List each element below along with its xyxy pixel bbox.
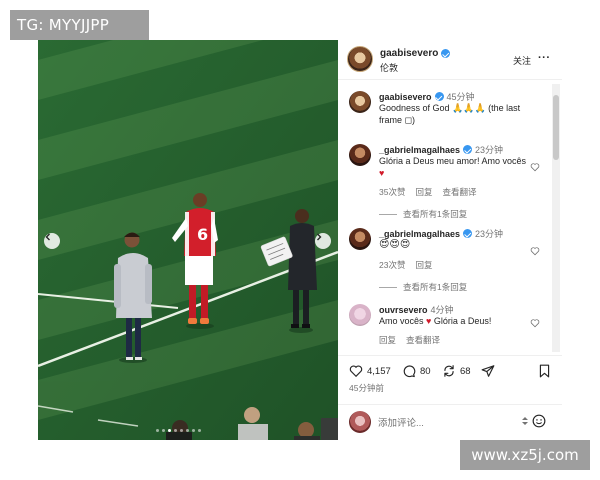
post-media[interactable]: 6 [38,40,338,440]
comment-button[interactable]: 80 [402,364,431,378]
current-user-avatar [349,411,371,433]
chevron-left-icon [45,233,50,241]
caption-text: Goodness of God 🙏🙏🙏 (the last frame ◻) [379,103,521,125]
emoji-picker-button[interactable] [521,414,546,428]
follow-button[interactable]: 关注 [513,54,531,67]
post-sidebar: gaabisevero 伦敦 关注 ··· gaabisevero 45分钟 G… [338,40,562,440]
bookmark-icon [539,364,550,378]
share-button[interactable] [481,364,495,378]
carousel-dot [168,429,171,432]
view-replies-label: 查看所有1条回复 [403,282,468,292]
heart-icon [349,365,363,378]
verified-badge-icon [463,229,473,238]
verified-badge-icon [434,92,444,101]
comment-input[interactable] [378,416,513,430]
chevron-right-icon [317,233,322,241]
reply-button[interactable]: 回复 [415,186,432,198]
comments-scrollbar-thumb[interactable] [553,95,559,160]
reply-button[interactable]: 回复 [415,259,432,271]
like-comment-heart-icon[interactable] [530,162,540,172]
save-button[interactable] [538,364,551,378]
commenter-username[interactable]: _gabrielmagalhaes [379,229,460,239]
commenter-avatar[interactable] [349,228,371,250]
verified-badge-icon [463,145,473,154]
like-comment-heart-icon[interactable] [530,246,540,256]
see-translation-button[interactable]: 查看翻译 [442,186,476,198]
more-options-icon[interactable]: ··· [538,52,551,64]
repost-icon [444,365,454,377]
divider [379,286,397,288]
caption-avatar[interactable] [349,91,371,113]
sort-arrows-icon [522,417,528,425]
caption-username[interactable]: gaabisevero [379,92,432,102]
watermark-top-left: TG: MYYJJPP [10,10,149,40]
carousel-next-button[interactable] [315,233,331,249]
watermark-bottom-right: www.xz5j.com [460,440,590,470]
commenter-avatar[interactable] [349,304,371,326]
like-button[interactable]: 4,157 [349,364,391,378]
view-replies-label: 查看所有1条回复 [403,209,468,219]
carousel-dot [186,429,189,432]
commenter-username[interactable]: ouvrsevero [379,305,428,315]
commenter-username[interactable]: _gabrielmagalhaes [379,145,460,155]
share-paper-plane-icon [481,365,495,377]
verified-badge-icon [441,49,451,58]
carousel-dot [174,429,177,432]
stadium-photo: 6 [38,40,338,440]
comment-text: Amo vocês ♥ Glória a Deus! [379,316,492,326]
comment-item: _gabrielmagalhaes 23分钟 😍😍😍 23次赞 回复 查看所有1… [338,225,552,297]
comment-like-count[interactable]: 35次赞 [379,186,405,198]
comment-count: 80 [420,365,431,377]
reply-button[interactable]: 回复 [379,334,396,346]
post-header: gaabisevero 伦敦 关注 ··· [338,40,562,80]
see-translation-button[interactable]: 查看翻译 [406,334,440,346]
post-location[interactable]: 伦敦 [380,61,398,74]
carousel-dot [180,429,183,432]
comment-composer [338,404,562,440]
carousel-dot [192,429,195,432]
comment-text: Glória a Deus meu amor! Amo vocês ♥ [379,156,527,178]
posted-time: 45分钟前 [349,383,384,393]
carousel-dot [198,429,201,432]
commenter-avatar[interactable] [349,144,371,166]
smiley-face-icon [532,414,546,428]
carousel-dot [162,429,165,432]
comment-item: ouvrsevero 4分钟 Amo vocês ♥ Glória a Deus… [338,301,552,351]
comment-bubble-icon [403,365,416,378]
view-replies-button[interactable]: 查看所有1条回复 [379,281,467,293]
like-comment-heart-icon[interactable] [530,318,540,328]
view-replies-button[interactable]: 查看所有1条回复 [379,208,467,220]
red-heart-emoji: ♥ [379,168,385,178]
carousel-indicator [156,429,201,432]
comment-text: 😍😍😍 [379,239,411,250]
comment-like-count[interactable]: 23次赞 [379,259,405,271]
author-username[interactable]: gaabisevero [380,48,438,59]
caption-item: gaabisevero 45分钟 Goodness of God 🙏🙏🙏 (th… [338,88,552,128]
like-count: 4,157 [367,365,391,377]
divider [379,213,397,215]
carousel-prev-button[interactable] [44,233,60,249]
repost-button[interactable]: 68 [442,364,471,378]
shirt-number: 6 [197,225,208,244]
comment-item: _gabrielmagalhaes 23分钟 Glória a Deus meu… [338,141,552,221]
author-avatar[interactable] [347,46,373,72]
carousel-dot [156,429,159,432]
repost-count: 68 [460,365,471,377]
comment-list: gaabisevero 45分钟 Goodness of God 🙏🙏🙏 (th… [338,84,562,390]
